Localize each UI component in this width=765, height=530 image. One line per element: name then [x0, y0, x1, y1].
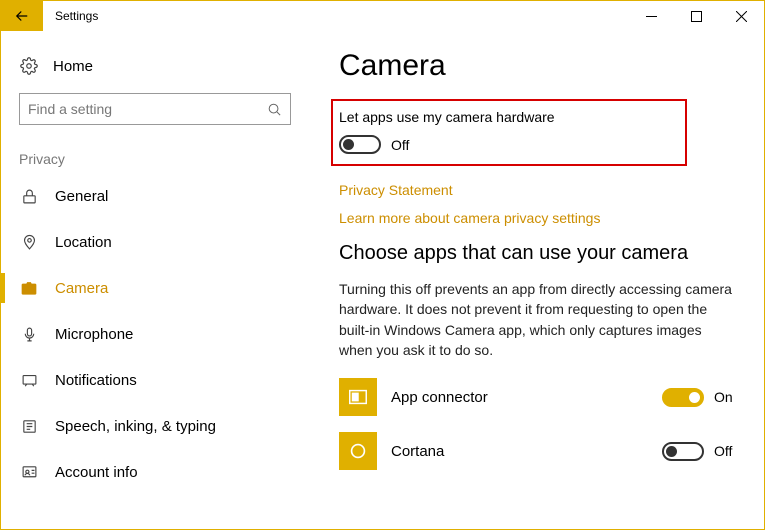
highlight-box: Let apps use my camera hardware Off — [331, 99, 687, 166]
sidebar-item-label: Location — [55, 234, 112, 251]
sidebar-item-notifications[interactable]: Notifications — [13, 357, 297, 403]
camera-icon — [19, 279, 39, 297]
sidebar-item-label: Camera — [55, 280, 108, 297]
sidebar-item-camera[interactable]: Camera — [13, 265, 297, 311]
maximize-icon — [691, 11, 702, 22]
search-input[interactable]: Find a setting — [19, 93, 291, 125]
cortana-icon — [339, 432, 377, 470]
sidebar: Home Find a setting Privacy General Loca… — [1, 31, 309, 529]
learn-more-link[interactable]: Learn more about camera privacy settings — [339, 210, 738, 226]
camera-master-toggle[interactable] — [339, 135, 381, 154]
close-icon — [736, 11, 747, 22]
sidebar-item-label: Microphone — [55, 326, 133, 343]
page-title: Camera — [339, 49, 738, 83]
speech-icon — [19, 418, 39, 435]
sidebar-item-label: Account info — [55, 464, 138, 481]
toggle-state: On — [714, 389, 738, 405]
sidebar-item-label: Notifications — [55, 372, 137, 389]
home-nav[interactable]: Home — [13, 49, 297, 89]
notifications-icon — [19, 372, 39, 389]
sidebar-item-microphone[interactable]: Microphone — [13, 311, 297, 357]
app-row: Cortana Off — [339, 432, 738, 470]
app-name: App connector — [391, 389, 662, 406]
gear-icon — [19, 57, 39, 75]
toggle-label: Let apps use my camera hardware — [339, 109, 555, 125]
choose-apps-heading: Choose apps that can use your camera — [339, 242, 738, 265]
close-button[interactable] — [719, 1, 764, 31]
sidebar-item-location[interactable]: Location — [13, 219, 297, 265]
sidebar-item-speech[interactable]: Speech, inking, & typing — [13, 403, 297, 449]
sidebar-item-label: General — [55, 188, 108, 205]
toggle-state: Off — [391, 137, 409, 153]
privacy-statement-link[interactable]: Privacy Statement — [339, 182, 738, 198]
app-name: Cortana — [391, 443, 662, 460]
app-row: App connector On — [339, 378, 738, 416]
back-button[interactable] — [1, 1, 43, 31]
account-icon — [19, 464, 39, 481]
arrow-left-icon — [13, 7, 31, 25]
window-title: Settings — [43, 9, 629, 23]
app-connector-icon — [339, 378, 377, 416]
app-connector-toggle[interactable] — [662, 388, 704, 407]
choose-apps-description: Turning this off prevents an app from di… — [339, 279, 738, 360]
cortana-toggle[interactable] — [662, 442, 704, 461]
minimize-icon — [646, 11, 657, 22]
home-label: Home — [53, 58, 93, 75]
search-placeholder: Find a setting — [28, 101, 112, 117]
main-panel: Camera Let apps use my camera hardware O… — [309, 31, 764, 529]
toggle-state: Off — [714, 443, 738, 459]
sidebar-item-account[interactable]: Account info — [13, 449, 297, 495]
microphone-icon — [19, 326, 39, 343]
minimize-button[interactable] — [629, 1, 674, 31]
maximize-button[interactable] — [674, 1, 719, 31]
search-icon — [267, 102, 282, 117]
sidebar-item-label: Speech, inking, & typing — [55, 418, 216, 435]
section-label: Privacy — [13, 143, 297, 173]
location-icon — [19, 234, 39, 251]
lock-icon — [19, 188, 39, 205]
sidebar-item-general[interactable]: General — [13, 173, 297, 219]
